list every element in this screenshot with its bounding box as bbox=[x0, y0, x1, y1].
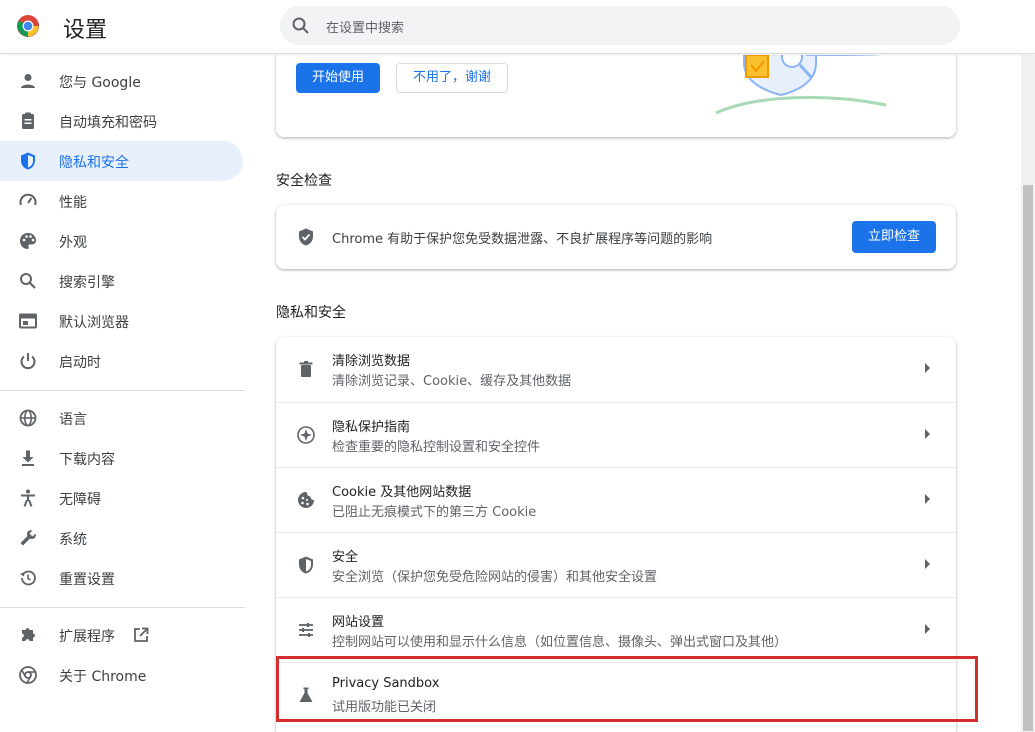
arrow-right-icon bbox=[925, 494, 930, 504]
sidebar-item-label: 关于 Chrome bbox=[59, 669, 147, 685]
arrow-right-icon bbox=[925, 624, 930, 634]
sidebar-item-label: 语言 bbox=[59, 412, 87, 428]
row-subtitle: 控制网站可以使用和显示什么信息（如位置信息、摄像头、弹出式窗口及其他） bbox=[332, 635, 788, 650]
clipboard-icon bbox=[22, 112, 34, 129]
download-icon bbox=[22, 450, 34, 466]
speedometer-icon bbox=[19, 193, 37, 206]
open-in-new-icon[interactable] bbox=[132, 626, 150, 644]
row-title: 网站设置 bbox=[332, 615, 385, 630]
sidebar-item-downloads[interactable]: 下载内容 bbox=[0, 438, 243, 478]
puzzle-icon bbox=[22, 628, 35, 641]
sidebar-item-about-chrome[interactable]: 关于 Chrome bbox=[0, 655, 243, 695]
sidebar-item-appearance[interactable]: 外观 bbox=[0, 221, 243, 261]
row-title: 清除浏览数据 bbox=[332, 354, 411, 369]
sidebar-item-label: 无障碍 bbox=[59, 492, 101, 508]
palette-icon bbox=[20, 233, 36, 249]
shield-icon bbox=[299, 556, 313, 574]
person-icon bbox=[21, 74, 35, 88]
start-button[interactable]: 开始使用 bbox=[296, 63, 380, 93]
sidebar-item-label: 外观 bbox=[59, 235, 87, 251]
sidebar-item-extensions[interactable]: 扩展程序 bbox=[0, 615, 243, 655]
row-subtitle: 安全浏览（保护您免受危险网站的侵害）和其他安全设置 bbox=[332, 570, 658, 585]
safety-check-description: Chrome 有助于保护您免受数据泄露、不良扩展程序等问题的影响 bbox=[332, 232, 713, 247]
shield-icon bbox=[21, 152, 35, 170]
cookie-icon bbox=[298, 492, 314, 508]
search-icon bbox=[20, 273, 36, 289]
scrollbar[interactable] bbox=[1021, 55, 1035, 732]
row-clear-browsing-data[interactable]: 清除浏览数据 清除浏览记录、Cookie、缓存及其他数据 bbox=[276, 337, 956, 402]
sidebar-item-label: 默认浏览器 bbox=[59, 315, 129, 331]
sidebar-item-label: 下载内容 bbox=[59, 452, 115, 468]
section-title-privacy: 隐私和安全 bbox=[276, 305, 346, 321]
sidebar-item-on-startup[interactable]: 启动时 bbox=[0, 341, 243, 381]
sidebar-item-label: 性能 bbox=[59, 195, 87, 211]
promo-card: 开始使用 不用了，谢谢 bbox=[276, 55, 956, 137]
search-placeholder: 在设置中搜索 bbox=[326, 21, 405, 36]
arrow-right-icon bbox=[925, 429, 930, 439]
check-now-button[interactable]: 立即检查 bbox=[852, 221, 936, 253]
sidebar-item-you-and-google[interactable]: 您与 Google bbox=[0, 61, 243, 101]
sidebar-item-privacy[interactable]: 隐私和安全 bbox=[0, 141, 243, 181]
scrollbar-thumb[interactable] bbox=[1023, 185, 1033, 731]
sidebar-item-label: 您与 Google bbox=[59, 75, 141, 91]
shield-check-icon bbox=[299, 228, 313, 246]
row-cookies[interactable]: Cookie 及其他网站数据 已阻止无痕模式下的第三方 Cookie bbox=[276, 467, 956, 532]
search-icon bbox=[292, 17, 309, 34]
sidebar-item-label: 自动填充和密码 bbox=[59, 115, 157, 131]
main-content: 开始使用 不用了，谢谢 安全检查 Chrome 有助于保护您免受数据泄露、不良扩… bbox=[255, 55, 1021, 732]
chrome-logo-icon bbox=[17, 15, 39, 37]
row-title: 隐私保护指南 bbox=[332, 420, 411, 435]
sidebar-item-reset[interactable]: 重置设置 bbox=[0, 558, 243, 598]
browser-icon bbox=[19, 313, 37, 329]
row-subtitle: 检查重要的隐私控制设置和安全控件 bbox=[332, 440, 541, 455]
arrow-right-icon bbox=[925, 559, 930, 569]
row-privacy-guide[interactable]: 隐私保护指南 检查重要的隐私控制设置和安全控件 bbox=[276, 402, 956, 467]
row-security[interactable]: 安全 安全浏览（保护您免受危险网站的侵害）和其他安全设置 bbox=[276, 532, 956, 597]
row-title: Cookie 及其他网站数据 bbox=[332, 485, 472, 500]
search-input[interactable]: 在设置中搜索 bbox=[280, 6, 960, 45]
no-thanks-button[interactable]: 不用了，谢谢 bbox=[396, 63, 508, 93]
sidebar-item-label: 搜索引擎 bbox=[59, 275, 115, 291]
sidebar: 您与 Google 自动填充和密码 隐私和安全 性能 外观 搜索引擎 默认浏览器… bbox=[0, 55, 255, 732]
sidebar-item-accessibility[interactable]: 无障碍 bbox=[0, 478, 243, 518]
power-icon bbox=[20, 353, 36, 370]
sidebar-item-label: 扩展程序 bbox=[59, 629, 115, 645]
settings-header: 设置 在设置中搜索 bbox=[0, 0, 1035, 54]
sliders-icon bbox=[299, 623, 313, 637]
sidebar-item-label: 重置设置 bbox=[59, 572, 115, 588]
compass-icon bbox=[297, 426, 315, 444]
sidebar-item-system[interactable]: 系统 bbox=[0, 518, 243, 558]
sidebar-item-label: 启动时 bbox=[59, 355, 101, 371]
wrench-icon bbox=[20, 530, 36, 546]
arrow-right-icon bbox=[925, 363, 930, 373]
chrome-icon bbox=[19, 666, 37, 684]
sidebar-item-languages[interactable]: 语言 bbox=[0, 398, 243, 438]
row-title: 安全 bbox=[332, 550, 359, 565]
safety-check-card: Chrome 有助于保护您免受数据泄露、不良扩展程序等问题的影响 立即检查 bbox=[276, 205, 956, 269]
sidebar-item-performance[interactable]: 性能 bbox=[0, 181, 243, 221]
sidebar-item-label: 系统 bbox=[59, 532, 87, 548]
sidebar-divider bbox=[0, 607, 245, 608]
row-subtitle: 已阻止无痕模式下的第三方 Cookie bbox=[332, 505, 537, 520]
sidebar-item-search-engine[interactable]: 搜索引擎 bbox=[0, 261, 243, 301]
sidebar-divider bbox=[0, 390, 245, 391]
accessibility-icon bbox=[21, 489, 35, 507]
globe-icon bbox=[19, 409, 37, 427]
section-title-safety-check: 安全检查 bbox=[276, 173, 332, 189]
privacy-illustration-icon bbox=[716, 55, 887, 115]
sidebar-item-default-browser[interactable]: 默认浏览器 bbox=[0, 301, 243, 341]
sidebar-item-label: 隐私和安全 bbox=[59, 155, 129, 171]
row-subtitle: 清除浏览记录、Cookie、缓存及其他数据 bbox=[332, 374, 572, 389]
highlight-box bbox=[276, 656, 978, 722]
trash-icon bbox=[299, 361, 313, 377]
history-icon bbox=[20, 570, 36, 586]
page-title: 设置 bbox=[63, 18, 108, 43]
sidebar-item-autofill[interactable]: 自动填充和密码 bbox=[0, 101, 243, 141]
row-site-settings[interactable]: 网站设置 控制网站可以使用和显示什么信息（如位置信息、摄像头、弹出式窗口及其他） bbox=[276, 597, 956, 662]
